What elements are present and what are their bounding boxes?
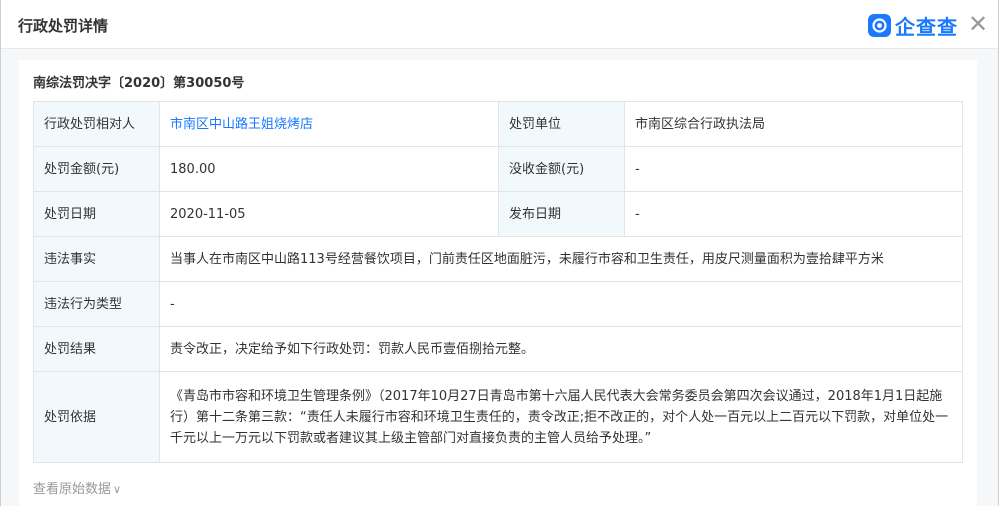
facts-value: 当事人在市南区中山路113号经营餐饮项目，门前责任区地面脏污，未履行市容和卫生责… bbox=[159, 236, 963, 282]
detail-table: 行政处罚相对人 市南区中山路王姐烧烤店 处罚单位 市南区综合行政执法局 处罚金额… bbox=[33, 101, 963, 463]
table-row: 处罚依据 《青岛市市容和环境卫生管理条例》（2017年10月27日青岛市第十六届… bbox=[33, 371, 963, 463]
table-row: 处罚日期 2020-11-05 发布日期 - bbox=[33, 191, 963, 237]
table-row: 违法事实 当事人在市南区中山路113号经营餐饮项目，门前责任区地面脏污，未履行市… bbox=[33, 236, 963, 282]
result-value: 责令改正，决定给予如下行政处罚：罚款人民币壹佰捌拾元整。 bbox=[159, 326, 963, 372]
basis-value: 《青岛市市容和环境卫生管理条例》（2017年10月27日青岛市第十六届人民代表大… bbox=[159, 371, 963, 463]
type-label: 违法行为类型 bbox=[33, 281, 160, 327]
party-label: 行政处罚相对人 bbox=[33, 101, 160, 147]
brand-icon bbox=[868, 13, 891, 37]
unit-value: 市南区综合行政执法局 bbox=[624, 101, 963, 147]
table-row: 处罚金额(元) 180.00 没收金额(元) - bbox=[33, 146, 963, 192]
amount-label: 处罚金额(元) bbox=[33, 146, 160, 192]
type-value: - bbox=[159, 281, 963, 327]
view-raw-data-link[interactable]: 查看原始数据 ∨ bbox=[33, 478, 121, 497]
view-raw-data-label: 查看原始数据 bbox=[33, 482, 112, 497]
result-label: 处罚结果 bbox=[33, 326, 160, 372]
detail-content: 南综法罚决字〔2020〕第30050号 行政处罚相对人 市南区中山路王姐烧烤店 … bbox=[19, 60, 977, 506]
table-row: 处罚结果 责令改正，决定给予如下行政处罚：罚款人民币壹佰捌拾元整。 bbox=[33, 326, 963, 372]
date-label: 处罚日期 bbox=[33, 191, 160, 237]
unit-label: 处罚单位 bbox=[498, 101, 625, 147]
close-icon[interactable]: ✕ bbox=[967, 12, 989, 36]
confiscate-value: - bbox=[624, 146, 963, 192]
basis-label: 处罚依据 bbox=[33, 371, 160, 463]
modal-header: 行政处罚详情 企查查 ✕ bbox=[1, 0, 998, 49]
date-value: 2020-11-05 bbox=[159, 191, 499, 237]
detail-modal: 行政处罚详情 企查查 ✕ 南综法罚决字〔2020〕第30050号 行政处罚相对人 bbox=[0, 0, 999, 506]
document-number: 南综法罚决字〔2020〕第30050号 bbox=[33, 76, 245, 91]
amount-value: 180.00 bbox=[159, 146, 499, 192]
table-row: 违法行为类型 - bbox=[33, 281, 963, 327]
modal-title: 行政处罚详情 bbox=[18, 17, 109, 35]
confiscate-label: 没收金额(元) bbox=[498, 146, 625, 192]
publish-label: 发布日期 bbox=[498, 191, 625, 237]
brand-logo: 企查查 bbox=[868, 12, 958, 39]
brand-name: 企查查 bbox=[895, 14, 958, 39]
party-link[interactable]: 市南区中山路王姐烧烤店 bbox=[159, 101, 499, 147]
chevron-down-icon: ∨ bbox=[113, 483, 122, 496]
facts-label: 违法事实 bbox=[33, 236, 160, 282]
table-row: 行政处罚相对人 市南区中山路王姐烧烤店 处罚单位 市南区综合行政执法局 bbox=[33, 101, 963, 147]
publish-value: - bbox=[624, 191, 963, 237]
